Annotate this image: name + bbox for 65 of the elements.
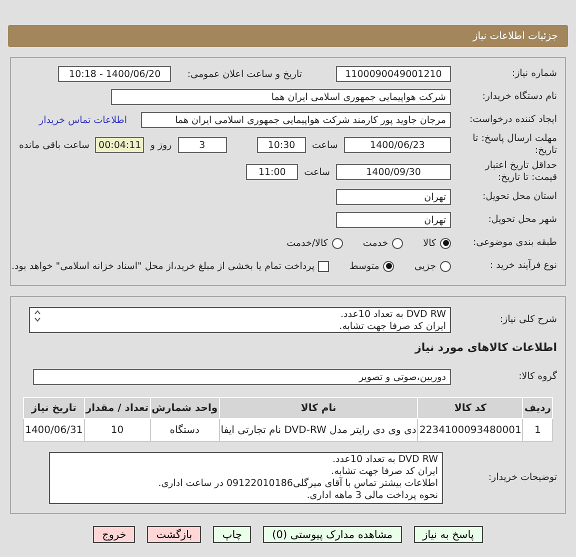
table-cell: 2234100093480001 <box>418 418 523 442</box>
action-button[interactable]: مشاهده مدارک پیوستی (0) <box>263 526 402 543</box>
table-cell: 1400/06/31 <box>24 418 84 442</box>
radio-button[interactable] <box>440 260 451 272</box>
field-value: 1100090049001210 <box>336 66 451 82</box>
field-label: نوع فرآیند خرید : <box>488 260 557 272</box>
description-box: DVD RW به تعداد 10عدد. ایران کد صرفا جهت تشابه. <box>29 307 451 333</box>
field-value: 1400/06/20 - 10:18 <box>58 66 172 82</box>
field-value: دوربین،صوتی و تصویر <box>33 369 451 385</box>
field-value: شرکت هواپیمایی جمهوری اسلامی ایران هما <box>111 89 451 105</box>
field-label: شماره نیاز: <box>510 68 557 80</box>
field-value: تهران <box>336 189 451 205</box>
table-cell: 10 <box>84 418 150 442</box>
buyer-contact-link[interactable]: اطلاعات تماس خریدار <box>38 114 127 126</box>
field-value: 10:30 <box>257 137 306 153</box>
column-header: ردیف <box>522 398 552 418</box>
table-cell: 1 <box>522 418 552 442</box>
field-label: شرح کلی نیاز: <box>498 314 557 326</box>
action-button[interactable]: پاسخ به نیاز <box>414 526 483 543</box>
action-button[interactable]: بازگشت <box>147 526 202 543</box>
action-button[interactable]: خروج <box>93 526 136 543</box>
field-value: مرجان جاوید پور کارمند شرکت هواپیمایی جمهوری اسلامی ایران هما <box>141 112 451 128</box>
field-label: ایجاد کننده درخواست: <box>468 114 557 126</box>
radio-label: خدمت <box>362 238 388 248</box>
field-label: نام دستگاه خریدار: <box>481 91 557 103</box>
action-button[interactable]: چاپ <box>213 526 252 543</box>
radio-label: کالا/خدمت <box>286 238 328 248</box>
radio-label: کالا <box>423 238 436 248</box>
field-label: حداقل تاریخ اعتبار قیمت: تا تاریخ: <box>484 160 557 184</box>
remaining-time: 00:04:11 <box>95 137 144 153</box>
radio-button[interactable] <box>332 238 343 248</box>
column-header: تعداد / مقدار <box>84 398 150 418</box>
radio-button[interactable] <box>440 238 451 248</box>
radio-label: جزیی <box>414 260 436 272</box>
column-header: کد کالا <box>418 398 523 418</box>
radio-button[interactable] <box>392 238 404 248</box>
field-label: شهر محل تحویل: <box>487 214 557 226</box>
page-header: جزئیات اطلاعات نیاز <box>8 25 568 47</box>
field-label: تاریخ و ساعت اعلان عمومی: <box>187 68 302 80</box>
checkbox-label: پرداخت تمام یا بخشی از مبلغ خرید،از محل "اسناد خزانه اسلامی" خواهد بود. <box>12 260 314 272</box>
field-label: توضیحات خریدار: <box>487 472 557 484</box>
field-label: استان محل تحویل: <box>481 191 557 203</box>
field-label: ساعت <box>304 166 330 178</box>
table-cell: دی وی دی رایتر مدل DVD-RW نام تجارتی ایفا <box>219 418 418 442</box>
field-value: 1400/09/30 <box>336 164 451 180</box>
field-label: ساعت <box>312 140 338 150</box>
field-value: 1400/06/23 <box>344 137 451 153</box>
checkbox[interactable] <box>318 260 330 272</box>
column-header: تاریخ نیاز <box>24 398 84 418</box>
field-value: تهران <box>336 212 451 228</box>
buyer-notes-box: DVD RW به تعداد 10عدد. ایران کد صرفا جهت تشابه. اطلاعات بیشتر تماس با آقای میرگلی09122010186 در ساعت اداری. نحوه پرداخت مالی 3 ماهه اداری. <box>49 452 443 504</box>
field-label: روز و <box>150 140 172 150</box>
field-label: مهلت ارسال پاسخ: تا تاریخ: <box>472 133 557 157</box>
column-header: واحد شمارش <box>150 398 220 418</box>
scroll-arrows-icon[interactable] <box>34 310 41 322</box>
field-value: 11:00 <box>246 164 298 180</box>
column-header: نام کالا <box>219 398 418 418</box>
field-label: ساعت باقی مانده <box>18 140 90 150</box>
table-cell: دستگاه <box>150 418 220 442</box>
radio-label: متوسط <box>349 260 380 272</box>
radio-button[interactable] <box>383 260 394 272</box>
field-label: گروه کالا: <box>518 371 557 383</box>
field-label: طبقه بندی موضوعی: <box>472 237 557 249</box>
field-value: 3 <box>178 137 227 153</box>
section-title: اطلاعات کالاهای مورد نیاز <box>415 340 557 354</box>
